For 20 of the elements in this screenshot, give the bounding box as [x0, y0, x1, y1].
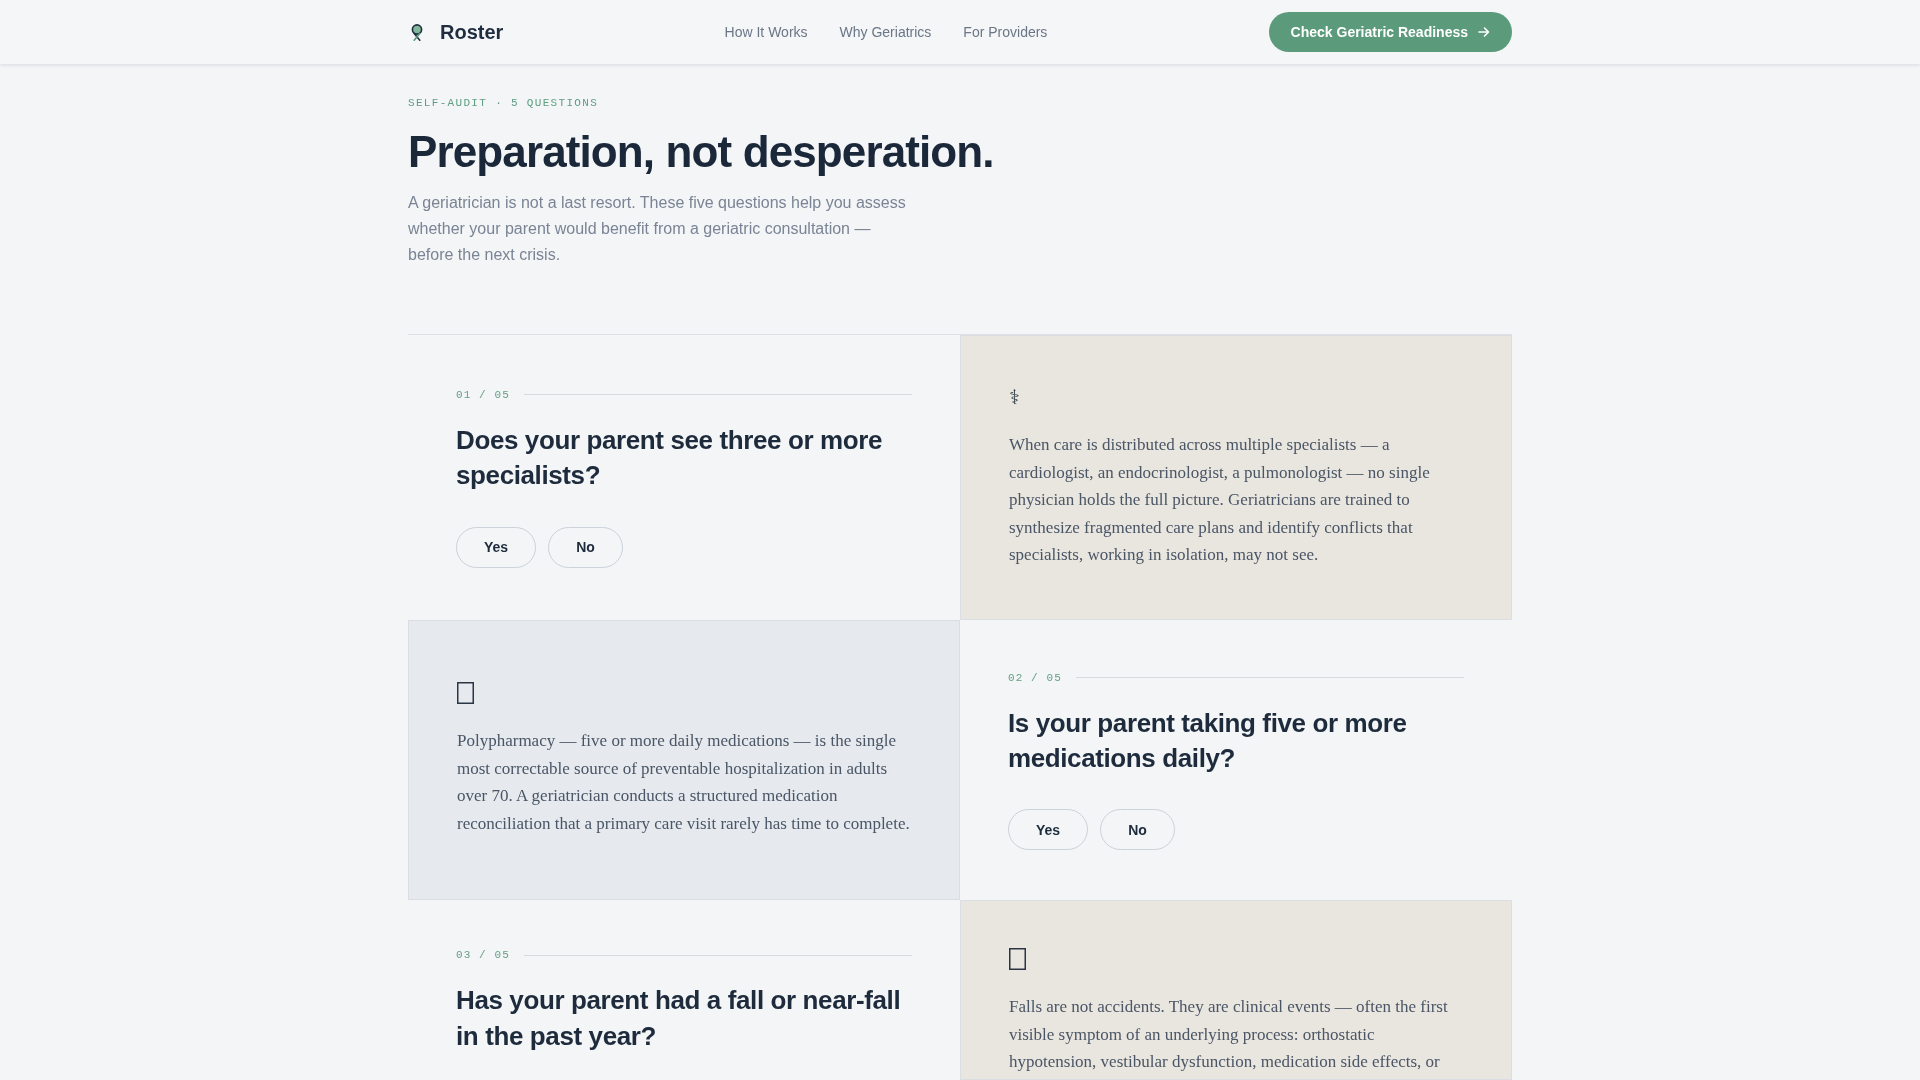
insight-text: Falls are not accidents. They are clinical events — often the first visible symptom of an underlying process: orthostatic hypotension, vestibular dysfunction, medication side effects, or: [1009, 996, 1449, 1074]
eyebrow-label: SELF-AUDIT · 5 QUESTIONS: [408, 96, 599, 111]
page-title: Preparation, not desperation.: [408, 128, 994, 176]
question-number: 01 / 05: [456, 387, 510, 403]
question-number: 02 / 05: [1008, 670, 1062, 686]
medical-staff-icon: ⚕: [1009, 386, 1020, 408]
insight-text: When care is distributed across multiple specialists — a cardiologist, an endocrinologist, a pulmonologist — no single physician holds the full picture. Geriatricians are trained to synthesize fragmented care plans and identify conflicts that specialists, working in isolation, may not see.: [1009, 434, 1431, 566]
insight-text: Polypharmacy — five or more daily medications — is the single most correctable source of preventable hospitalization in adults over 70. A geriatrician conducts a structured medication reconciliation that a primary care visit rarely has time to complete.: [457, 730, 911, 835]
brand-name[interactable]: Roster: [440, 20, 504, 44]
nav-link[interactable]: How It Works: [724, 24, 808, 40]
question-heading: Does your parent see three or more specialists?: [456, 423, 883, 493]
intro-text: A geriatrician is not a last resort. These five questions help you assess whether your parent would benefit from a geriatric consultation — before the next crisis.: [408, 193, 907, 265]
arrow-right-icon: [1478, 26, 1490, 38]
nav-link[interactable]: Why Geriatrics: [839, 24, 932, 40]
empty-box-icon: [1009, 948, 1026, 971]
empty-box-icon: [457, 682, 474, 705]
question-heading: Has your parent had a fall or near-fall in the past year?: [456, 984, 902, 1053]
question-heading: Is your parent taking five or more medications daily?: [1008, 706, 1408, 775]
question-number: 03 / 05: [456, 948, 510, 964]
nav-link[interactable]: For Providers: [963, 24, 1048, 40]
